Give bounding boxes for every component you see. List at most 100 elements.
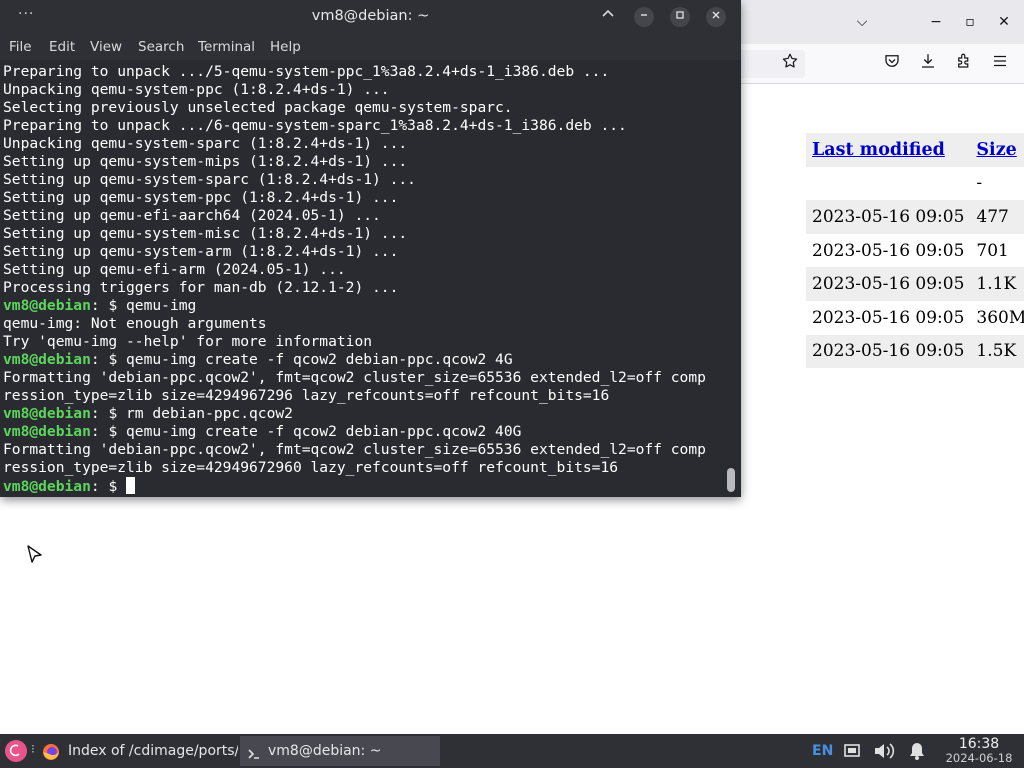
close-button[interactable] [706, 7, 726, 27]
terminal-output-line: ression_type=zlib size=42949672960 lazy_… [3, 459, 619, 476]
terminal-output-line: Setting up qemu-system-misc (1:8.2.4+ds-… [3, 225, 408, 242]
terminal-output-line: Selecting previously unselected package … [3, 99, 513, 116]
prompt-user-host: vm8@debian [3, 423, 91, 440]
terminal-output-line: Setting up qemu-system-sparc (1:8.2.4+ds… [3, 171, 416, 188]
network-icon[interactable] [843, 743, 861, 761]
row-size: 1.1K [970, 267, 1024, 301]
sort-last-modified-link[interactable]: Last modified [812, 140, 945, 160]
terminal-output-line: ression_type=zlib size=4294967296 lazy_r… [3, 387, 610, 404]
terminal-icon [246, 743, 262, 766]
volume-icon[interactable] [873, 741, 897, 761]
row-size: 360M [976, 307, 1024, 328]
row-date: 2023-05-16 09:05 [806, 267, 971, 301]
terminal-output-line: Preparing to unpack .../6-qemu-system-sp… [3, 117, 627, 134]
bookmark-star-icon[interactable] [778, 52, 802, 76]
prompt-user-host: vm8@debian [3, 405, 91, 422]
shade-window-button[interactable] [598, 7, 618, 27]
file-listing-table: Last modified Size - 2023-05-16 09:05 47… [806, 133, 1024, 369]
task-browser-label: Index of /cdimage/ports/... [68, 743, 238, 759]
mouse-pointer-icon [26, 544, 44, 570]
terminal-output-line: Formatting 'debian-ppc.qcow2', fmt=qcow2… [3, 369, 706, 386]
terminal-screen[interactable]: Preparing to unpack .../5-qemu-system-pp… [0, 60, 741, 497]
prompt-command: : $ qemu-img create -f qcow2 debian-ppc.… [90, 351, 513, 368]
row-size: 477 [970, 200, 1024, 234]
column-header-size: Size [970, 133, 1024, 167]
terminal-output-line: Formatting 'debian-ppc.qcow2', fmt=qcow2… [3, 441, 706, 458]
keyboard-layout-indicator[interactable]: EN [812, 734, 833, 768]
terminal-output-line: Setting up qemu-system-arm (1:8.2.4+ds-1… [3, 243, 399, 260]
minimize-button[interactable] [634, 7, 654, 27]
text-cursor [126, 477, 136, 494]
terminal-output-line: qemu-img: Not enough arguments [3, 315, 267, 332]
terminal-window[interactable]: ··· vm8@debian: ~ File Edit View Search … [0, 0, 741, 497]
clock-date: 2024-06-18 [945, 751, 1013, 765]
prompt-command: : $ qemu-img create -f qcow2 debian-ppc.… [90, 423, 522, 440]
terminal-output-line: Setting up qemu-efi-arm (2024.05-1) ... [3, 261, 346, 278]
row-date: 2023-05-16 09:05 [806, 200, 971, 234]
column-header-last-modified: Last modified [806, 133, 971, 167]
prompt-user-host: vm8@debian [3, 297, 91, 314]
prompt-command: : $ [90, 478, 127, 495]
table-header-row: Last modified Size [806, 133, 1024, 167]
terminal-output-line: Unpacking qemu-system-ppc (1:8.2.4+ds-1)… [3, 81, 390, 98]
table-row: 2023-05-16 09:05 360M [806, 301, 1024, 335]
terminal-output-line: Setting up qemu-system-ppc (1:8.2.4+ds-1… [3, 189, 399, 206]
terminal-prompt-line: vm8@debian: $ rm debian-ppc.qcow2 [3, 405, 706, 423]
pocket-icon[interactable] [880, 52, 904, 76]
sort-size-link[interactable]: Size [976, 140, 1016, 160]
maximize-button[interactable] [670, 7, 690, 27]
menu-file[interactable]: File [9, 39, 32, 55]
separator-icon: ⁝ [31, 742, 35, 756]
firefox-icon [42, 742, 60, 766]
downloads-icon[interactable] [916, 52, 940, 76]
row-date: 2023-05-16 09:05 [812, 307, 965, 328]
table-row: 2023-05-16 09:05 477 [806, 200, 1024, 234]
terminal-prompt-line: vm8@debian: $ qemu-img create -f qcow2 d… [3, 423, 706, 441]
terminal-output-line: Unpacking qemu-system-sparc (1:8.2.4+ds-… [3, 135, 408, 152]
row-date [806, 167, 970, 201]
menu-help[interactable]: Help [270, 39, 301, 55]
task-browser[interactable]: Index of /cdimage/ports/... [40, 736, 238, 766]
menu-search[interactable]: Search [138, 39, 184, 55]
terminal-output-line: Try 'qemu-img --help' for more informati… [3, 333, 373, 350]
menu-view[interactable]: View [90, 39, 122, 55]
row-date: 2023-05-16 09:05 [812, 240, 965, 261]
table-row: 2023-05-16 09:05 1.5K [806, 334, 1024, 369]
terminal-output-line: Setting up qemu-system-mips (1:8.2.4+ds-… [3, 153, 408, 170]
table-row: 2023-05-16 09:05 1.1K [806, 267, 1024, 301]
table-row: 2023-05-16 09:05 701 [806, 234, 1024, 268]
app-menu-icon[interactable] [988, 52, 1012, 76]
notifications-bell-icon[interactable] [906, 741, 928, 761]
window-title: vm8@debian: ~ [311, 8, 430, 24]
row-date: 2023-05-16 09:05 [806, 334, 971, 369]
list-all-tabs-button[interactable]: ⌵ [850, 10, 874, 34]
menu-terminal[interactable]: Terminal [198, 39, 255, 55]
task-terminal[interactable]: vm8@debian: ~ [240, 736, 440, 766]
prompt-user-host: vm8@debian [3, 478, 91, 495]
prompt-command: : $ qemu-img [90, 297, 197, 314]
prompt-command: : $ rm debian-ppc.qcow2 [90, 405, 293, 422]
extensions-icon[interactable] [952, 52, 976, 76]
terminal-output-line: Setting up qemu-efi-aarch64 (2024.05-1) … [3, 207, 381, 224]
debian-menu-icon[interactable] [5, 740, 27, 762]
minimize-button[interactable]: − [924, 10, 948, 34]
terminal-scrollbar-thumb[interactable] [727, 468, 735, 492]
clock[interactable]: 16:38 2024-06-18 [940, 736, 1018, 765]
clock-time: 16:38 [958, 736, 1000, 752]
close-button[interactable]: ✕ [992, 10, 1016, 34]
terminal-prompt-line: vm8@debian: $ [3, 477, 706, 495]
terminal-output-line: Processing triggers for man-db (2.12.1-2… [3, 279, 399, 296]
row-size: 701 [976, 240, 1009, 261]
terminal-output-line: Preparing to unpack .../5-qemu-system-pp… [3, 63, 610, 80]
task-terminal-label: vm8@debian: ~ [268, 743, 382, 759]
terminal-menubar: File Edit View Search Terminal Help [0, 34, 741, 60]
terminal-titlebar[interactable]: ··· vm8@debian: ~ [0, 0, 741, 34]
menu-edit[interactable]: Edit [49, 39, 75, 55]
row-size: - [976, 173, 983, 194]
maximize-button[interactable]: ▫ [958, 10, 982, 34]
terminal-prompt-line: vm8@debian: $ qemu-img create -f qcow2 d… [3, 351, 706, 369]
prompt-user-host: vm8@debian [3, 351, 91, 368]
terminal-output[interactable]: Preparing to unpack .../5-qemu-system-pp… [3, 63, 706, 495]
taskbar: ⁝ Index of /cdimage/ports/... vm8@debian… [0, 734, 1024, 768]
terminal-prompt-line: vm8@debian: $ qemu-img [3, 297, 706, 315]
